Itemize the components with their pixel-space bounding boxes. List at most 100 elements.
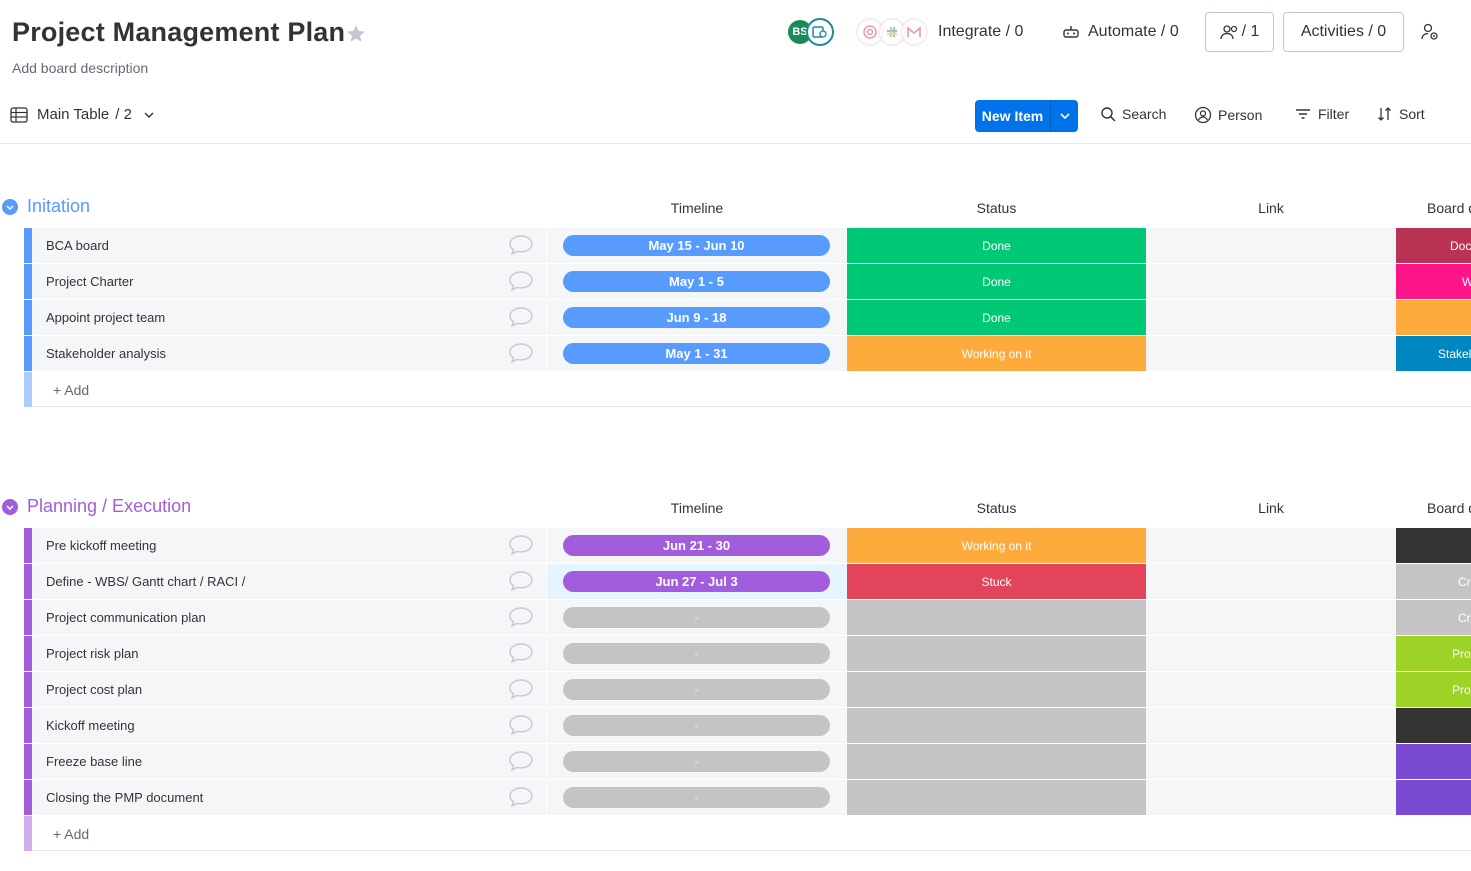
- comment-bubble-icon[interactable]: [508, 234, 534, 256]
- item-name[interactable]: Project communication plan: [46, 610, 206, 625]
- new-item-button[interactable]: New Item: [975, 100, 1078, 132]
- sort-button[interactable]: Sort: [1377, 106, 1425, 122]
- table-row[interactable]: BCA board May 15 - Jun 10 Done Doc: [0, 228, 1471, 264]
- item-name-cell[interactable]: Freeze base line: [32, 744, 546, 779]
- column-header-board[interactable]: Board d: [1396, 200, 1471, 216]
- table-row[interactable]: Project communication plan - Cr: [0, 600, 1471, 636]
- link-cell[interactable]: [1146, 228, 1396, 263]
- group-title[interactable]: Planning / Execution: [27, 496, 191, 517]
- timeline-cell[interactable]: -: [547, 744, 847, 779]
- comment-bubble-icon[interactable]: [508, 534, 534, 556]
- item-name[interactable]: Appoint project team: [46, 310, 165, 325]
- item-name[interactable]: Stakeholder analysis: [46, 346, 166, 361]
- timeline-pill[interactable]: May 1 - 31: [563, 343, 830, 364]
- members-button[interactable]: / 1: [1205, 12, 1274, 52]
- item-name-cell[interactable]: Appoint project team: [32, 300, 546, 335]
- timeline-cell[interactable]: Jun 27 - Jul 3: [547, 564, 847, 599]
- board-cell[interactable]: Cr: [1396, 600, 1471, 635]
- board-cell[interactable]: W: [1396, 264, 1471, 299]
- board-description[interactable]: Add board description: [12, 60, 148, 76]
- group-collapse-toggle[interactable]: [2, 199, 18, 215]
- link-cell[interactable]: [1146, 336, 1396, 371]
- column-header-link[interactable]: Link: [1146, 200, 1396, 216]
- board-cell[interactable]: Stakel: [1396, 336, 1471, 371]
- person-filter-button[interactable]: Person: [1194, 106, 1262, 124]
- timeline-cell[interactable]: May 1 - 5: [547, 264, 847, 299]
- link-cell[interactable]: [1146, 264, 1396, 299]
- timeline-cell[interactable]: May 1 - 31: [547, 336, 847, 371]
- timeline-cell[interactable]: May 15 - Jun 10: [547, 228, 847, 263]
- timeline-pill[interactable]: -: [563, 679, 830, 700]
- new-item-dropdown[interactable]: [1051, 100, 1078, 132]
- link-cell[interactable]: [1146, 600, 1396, 635]
- table-row[interactable]: Project Charter May 1 - 5 Done W: [0, 264, 1471, 300]
- person-settings-icon[interactable]: [1420, 22, 1440, 42]
- comment-bubble-icon[interactable]: [508, 750, 534, 772]
- integrate-button[interactable]: Integrate / 0: [856, 12, 1023, 52]
- table-row[interactable]: Stakeholder analysis May 1 - 31 Working …: [0, 336, 1471, 372]
- table-row[interactable]: Pre kickoff meeting Jun 21 - 30 Working …: [0, 528, 1471, 564]
- column-header-timeline[interactable]: Timeline: [547, 200, 847, 216]
- item-name[interactable]: Pre kickoff meeting: [46, 538, 156, 553]
- timeline-cell[interactable]: -: [547, 672, 847, 707]
- add-item-input[interactable]: + Add: [53, 382, 89, 398]
- tab-main-table[interactable]: Main Table / 2: [10, 106, 154, 123]
- add-item-row[interactable]: + Add: [0, 816, 1471, 851]
- timeline-cell[interactable]: Jun 9 - 18: [547, 300, 847, 335]
- timeline-pill[interactable]: -: [563, 607, 830, 628]
- board-cell[interactable]: [1396, 300, 1471, 335]
- board-cell[interactable]: [1396, 528, 1471, 563]
- timeline-pill[interactable]: Jun 9 - 18: [563, 307, 830, 328]
- board-cell[interactable]: Doc: [1396, 228, 1471, 263]
- comment-bubble-icon[interactable]: [508, 270, 534, 292]
- table-row[interactable]: Project risk plan - Pro: [0, 636, 1471, 672]
- board-cell[interactable]: [1396, 744, 1471, 779]
- board-avatars[interactable]: BS: [786, 12, 834, 52]
- board-cell[interactable]: [1396, 780, 1471, 815]
- column-header-link[interactable]: Link: [1146, 500, 1396, 516]
- group-collapse-toggle[interactable]: [2, 499, 18, 515]
- link-cell[interactable]: [1146, 744, 1396, 779]
- table-row[interactable]: Define - WBS/ Gantt chart / RACI / Jun 2…: [0, 564, 1471, 600]
- timeline-cell[interactable]: -: [547, 600, 847, 635]
- item-name-cell[interactable]: BCA board: [32, 228, 546, 263]
- timeline-pill[interactable]: May 1 - 5: [563, 271, 830, 292]
- timeline-pill[interactable]: -: [563, 715, 830, 736]
- status-cell[interactable]: [847, 708, 1146, 743]
- status-cell[interactable]: Done: [847, 300, 1146, 335]
- add-item-input[interactable]: + Add: [53, 826, 89, 842]
- timeline-pill[interactable]: Jun 21 - 30: [563, 535, 830, 556]
- column-header-board[interactable]: Board d: [1396, 500, 1471, 516]
- comment-bubble-icon[interactable]: [508, 786, 534, 808]
- automate-button[interactable]: Automate / 0: [1062, 12, 1179, 52]
- link-cell[interactable]: [1146, 528, 1396, 563]
- status-cell[interactable]: Working on it: [847, 336, 1146, 371]
- comment-bubble-icon[interactable]: [508, 606, 534, 628]
- status-cell[interactable]: [847, 636, 1146, 671]
- activities-button[interactable]: Activities / 0: [1283, 12, 1404, 52]
- item-name[interactable]: Kickoff meeting: [46, 718, 135, 733]
- item-name-cell[interactable]: Project communication plan: [32, 600, 546, 635]
- item-name-cell[interactable]: Define - WBS/ Gantt chart / RACI /: [32, 564, 546, 599]
- timeline-pill[interactable]: -: [563, 751, 830, 772]
- board-cell[interactable]: [1396, 708, 1471, 743]
- item-name[interactable]: Project risk plan: [46, 646, 138, 661]
- item-name-cell[interactable]: Pre kickoff meeting: [32, 528, 546, 563]
- item-name[interactable]: Freeze base line: [46, 754, 142, 769]
- chevron-down-icon[interactable]: [144, 112, 154, 118]
- timeline-pill[interactable]: -: [563, 643, 830, 664]
- column-header-timeline[interactable]: Timeline: [547, 500, 847, 516]
- status-cell[interactable]: Working on it: [847, 528, 1146, 563]
- link-cell[interactable]: [1146, 780, 1396, 815]
- item-name-cell[interactable]: Closing the PMP document: [32, 780, 546, 815]
- link-cell[interactable]: [1146, 672, 1396, 707]
- item-name-cell[interactable]: Kickoff meeting: [32, 708, 546, 743]
- table-row[interactable]: Project cost plan - Pro: [0, 672, 1471, 708]
- comment-bubble-icon[interactable]: [508, 714, 534, 736]
- timeline-pill[interactable]: May 15 - Jun 10: [563, 235, 830, 256]
- link-cell[interactable]: [1146, 708, 1396, 743]
- item-name[interactable]: Project cost plan: [46, 682, 142, 697]
- comment-bubble-icon[interactable]: [508, 570, 534, 592]
- guest-avatar[interactable]: [806, 18, 834, 46]
- status-cell[interactable]: [847, 780, 1146, 815]
